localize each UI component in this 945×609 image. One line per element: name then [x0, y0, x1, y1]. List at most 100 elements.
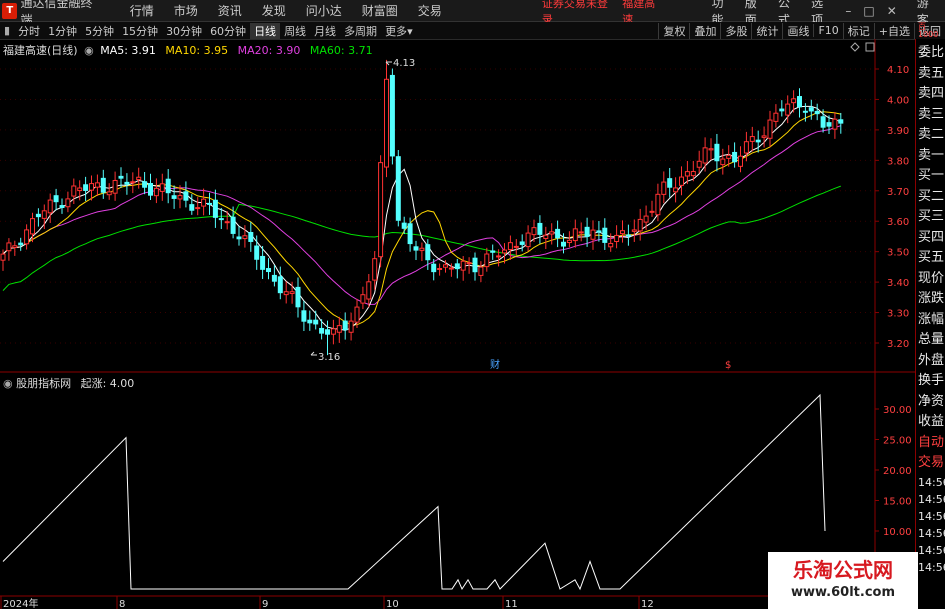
label-bid2: 买二 [918, 188, 945, 204]
tab-period-monthly[interactable]: 月线 [310, 23, 340, 39]
candle-body [513, 245, 519, 248]
finance-marker[interactable]: 财 [490, 358, 500, 371]
mark-button[interactable]: 标记 [842, 22, 874, 39]
legend-toggle-icon[interactable]: ◉ [84, 44, 94, 57]
candle-body [201, 198, 207, 207]
candle-body [661, 181, 667, 195]
menu-trade[interactable]: 交易 [418, 2, 442, 19]
draw-line-button[interactable]: 画线 [782, 22, 813, 39]
candle-body [195, 207, 201, 210]
auto-trade-line2[interactable]: 交易 [918, 453, 945, 474]
multi-stock-button[interactable]: 多股 [720, 22, 751, 39]
tick-time: 14:56 [918, 492, 945, 506]
chevron-down-icon: ▾ [407, 24, 413, 38]
candle-body [83, 184, 89, 191]
add-watchlist-button[interactable]: +自选 [873, 22, 914, 39]
candle-body [555, 228, 561, 239]
label-bid3: 买三 [918, 209, 945, 224]
candle-body [325, 329, 330, 335]
tab-period-5min[interactable]: 5分钟 [81, 23, 118, 39]
menu-ask[interactable]: 问小达 [306, 2, 342, 19]
candle-body [378, 162, 384, 258]
label-ask3: 卖三 [918, 106, 945, 122]
menu-quotes[interactable]: 行情 [130, 2, 154, 19]
date-tick-label: 9 [262, 599, 268, 609]
candle-body [336, 325, 342, 333]
label-change-pct: 涨幅 [918, 311, 945, 327]
price-tick-label: 4.00 [887, 95, 909, 106]
tab-period-15min[interactable]: 15分钟 [118, 23, 162, 39]
price-tick-label: 3.60 [887, 217, 909, 228]
candle-body [549, 231, 555, 235]
maximize-icon[interactable]: □ [863, 4, 874, 18]
indicator-line [2, 393, 826, 591]
candle-body [454, 263, 460, 270]
menu-market[interactable]: 市场 [174, 2, 198, 19]
candle-body [12, 245, 18, 248]
candle-body [655, 193, 661, 216]
adjust-button[interactable]: 复权 [658, 22, 689, 39]
tab-period-multi[interactable]: 多周期 [340, 23, 381, 39]
period-toolbar: ▮ 分时 1分钟 5分钟 15分钟 30分钟 60分钟 日线 周线 月线 多周期… [0, 22, 945, 40]
tab-period-30min[interactable]: 30分钟 [162, 23, 206, 39]
candle-body [773, 112, 779, 122]
indicator-tick-label: 20.00 [883, 466, 912, 477]
menu-news[interactable]: 资讯 [218, 2, 242, 19]
overlay-button[interactable]: 叠加 [689, 22, 720, 39]
candle-body [673, 187, 679, 193]
kline-chart[interactable]: 4.10 4.00 3.90 3.80 3.70 3.60 3.50 3.40 3.30 3.20… [0, 39, 915, 609]
candle-body [130, 181, 136, 184]
indicator-tick-label: 30.00 [883, 405, 912, 416]
dividend-marker[interactable]: $ [725, 360, 731, 371]
candle-body [283, 291, 289, 296]
close-icon[interactable]: ✕ [887, 4, 897, 18]
tab-period-weekly[interactable]: 周线 [280, 23, 310, 39]
f10-button[interactable]: F10 [813, 24, 842, 37]
price-tick-label: 3.50 [887, 248, 909, 259]
candle-body [466, 262, 472, 265]
tab-period-timeshare[interactable]: 分时 [14, 23, 44, 39]
menu-bar: T 通达信金融终端 行情 市场 资讯 发现 问小达 财富圈 交易 证券交易未登录… [0, 0, 945, 27]
candle-body [690, 171, 696, 177]
tab-period-60min[interactable]: 60分钟 [206, 23, 250, 39]
menu-wealth[interactable]: 财富圈 [362, 2, 398, 19]
tab-period-daily[interactable]: 日线 [250, 22, 281, 39]
candle-body [18, 242, 24, 246]
candle-body [531, 227, 537, 236]
chart-settings-icons[interactable] [850, 42, 875, 52]
candle-body [484, 253, 490, 268]
candle-body [608, 242, 614, 248]
candle-body [77, 187, 83, 192]
high-annotation: 4.13 [385, 58, 415, 69]
tab-period-1min[interactable]: 1分钟 [44, 23, 81, 39]
high-label: 4.13 [393, 58, 415, 69]
label-price: 现价 [918, 270, 945, 286]
tab-period-more[interactable]: 更多▾ [381, 23, 417, 39]
statistics-button[interactable]: 统计 [751, 22, 782, 39]
candle-body [714, 143, 720, 162]
candle-body [53, 195, 59, 203]
candle-body [307, 319, 313, 324]
candle-body [767, 119, 773, 139]
date-tick-label: 10 [386, 599, 399, 609]
candle-body [502, 249, 507, 254]
candle-body [413, 246, 419, 251]
candle-body [224, 221, 230, 224]
candle-body [100, 177, 106, 193]
candle-body [808, 107, 814, 112]
candle-body [153, 187, 159, 197]
label-bid4: 买四 [918, 229, 945, 245]
candle-body [41, 210, 47, 219]
candle-body [643, 215, 649, 223]
label-change: 涨跌 [918, 291, 945, 306]
minimize-icon[interactable]: – [845, 4, 851, 18]
candle-body [460, 260, 466, 271]
label-net-assets: 净资 [918, 393, 945, 409]
auto-trade-line1[interactable]: 自动 [918, 433, 945, 454]
candle-body [248, 232, 254, 242]
menu-discover[interactable]: 发现 [262, 2, 286, 19]
candle-body [478, 266, 484, 276]
ma10-path [2, 111, 841, 326]
candle-body [826, 122, 832, 127]
indicator-toggle-icon[interactable]: ◉ [3, 377, 13, 390]
